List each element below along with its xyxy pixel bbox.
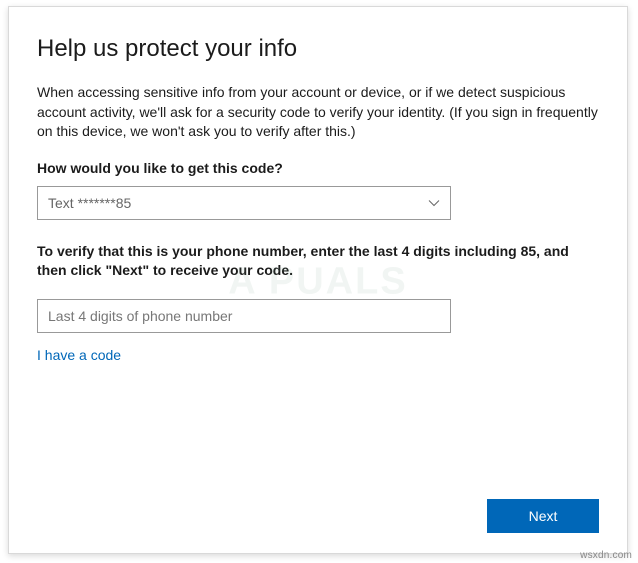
footer: Next bbox=[37, 499, 599, 533]
verify-instruction: To verify that this is your phone number… bbox=[37, 242, 599, 281]
chevron-down-icon bbox=[428, 197, 440, 209]
verification-method-select[interactable]: Text *******85 bbox=[37, 186, 451, 220]
security-verification-card: Help us protect your info When accessing… bbox=[8, 6, 628, 554]
attribution-text: wsxdn.com bbox=[580, 550, 632, 561]
method-label: How would you like to get this code? bbox=[37, 160, 599, 176]
next-button[interactable]: Next bbox=[487, 499, 599, 533]
have-code-link[interactable]: I have a code bbox=[37, 347, 121, 363]
spacer bbox=[37, 363, 599, 499]
last-4-digits-input[interactable] bbox=[37, 299, 451, 333]
description-text: When accessing sensitive info from your … bbox=[37, 83, 599, 142]
verification-method-selected: Text *******85 bbox=[48, 195, 131, 211]
page-title: Help us protect your info bbox=[37, 35, 599, 63]
